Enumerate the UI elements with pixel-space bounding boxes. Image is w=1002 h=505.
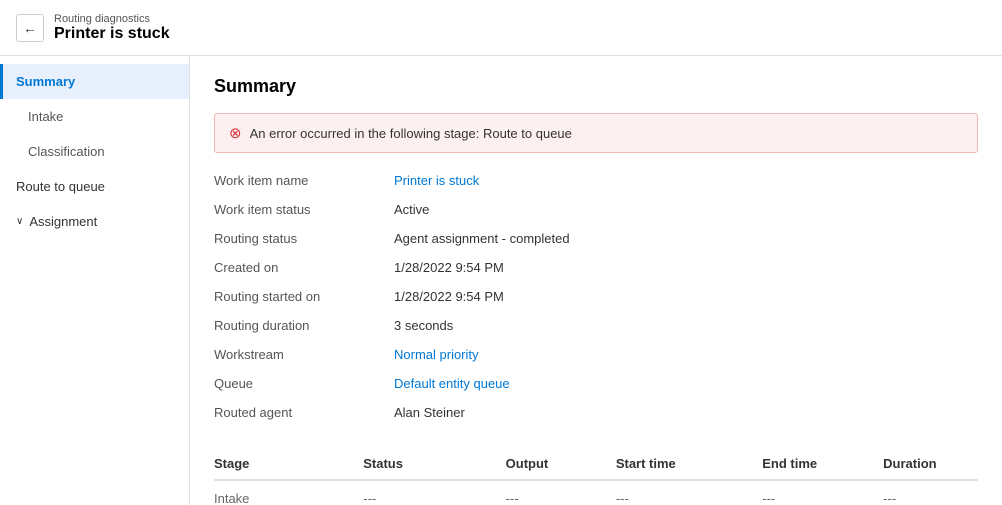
queue-link[interactable]: Default entity queue [394, 376, 510, 391]
cell-status-intake: --- [363, 480, 505, 505]
stage-table: Stage Status Output Start time End time … [214, 448, 978, 505]
label-workstream: Workstream [214, 343, 394, 366]
value-workstream: Normal priority [394, 343, 978, 366]
value-work-item-status: Active [394, 198, 978, 221]
th-output: Output [506, 448, 616, 480]
value-routed-agent: Alan Steiner [394, 401, 978, 424]
details-grid: Work item name Printer is stuck Work ite… [214, 169, 978, 424]
error-banner: ⊗ An error occurred in the following sta… [214, 113, 978, 153]
label-work-item-status: Work item status [214, 198, 394, 221]
sidebar-group-assignment[interactable]: ∨ Assignment [0, 204, 189, 239]
value-routing-duration: 3 seconds [394, 314, 978, 337]
error-circle-icon: ⊗ [229, 124, 242, 142]
label-routing-duration: Routing duration [214, 314, 394, 337]
sidebar-item-intake[interactable]: Intake [0, 99, 189, 134]
value-routing-started-on: 1/28/2022 9:54 PM [394, 285, 978, 308]
sidebar-item-classification[interactable]: Classification [0, 134, 189, 169]
th-status: Status [363, 448, 505, 480]
breadcrumb: Routing diagnostics [54, 13, 170, 25]
label-routed-agent: Routed agent [214, 401, 394, 424]
content-title: Summary [214, 76, 978, 97]
sidebar-item-summary[interactable]: Summary [0, 64, 189, 99]
workstream-link[interactable]: Normal priority [394, 347, 479, 362]
label-work-item-name: Work item name [214, 169, 394, 192]
value-routing-status: Agent assignment - completed [394, 227, 978, 250]
header-text: Routing diagnostics Printer is stuck [54, 13, 170, 43]
th-stage: Stage [214, 448, 363, 480]
sidebar-group-label: Assignment [29, 214, 97, 229]
cell-start-intake: --- [616, 480, 762, 505]
cell-stage-intake: Intake [214, 480, 363, 505]
value-work-item-name: Printer is stuck [394, 169, 978, 192]
cell-end-intake: --- [762, 480, 883, 505]
page-title: Printer is stuck [54, 25, 170, 43]
content-area: Summary ⊗ An error occurred in the follo… [190, 56, 1002, 505]
error-banner-text: An error occurred in the following stage… [250, 126, 572, 141]
sidebar: Summary Intake Classification Route to q… [0, 56, 190, 505]
table-row: Intake --- --- --- --- --- [214, 480, 978, 505]
value-queue: Default entity queue [394, 372, 978, 395]
main-layout: Summary Intake Classification Route to q… [0, 56, 1002, 505]
label-routing-status: Routing status [214, 227, 394, 250]
value-created-on: 1/28/2022 9:54 PM [394, 256, 978, 279]
label-queue: Queue [214, 372, 394, 395]
sidebar-item-route-to-queue[interactable]: Route to queue [0, 169, 189, 204]
header: ← Routing diagnostics Printer is stuck [0, 0, 1002, 56]
cell-duration-intake: --- [883, 480, 978, 505]
label-created-on: Created on [214, 256, 394, 279]
th-end-time: End time [762, 448, 883, 480]
work-item-name-link[interactable]: Printer is stuck [394, 173, 479, 188]
label-routing-started-on: Routing started on [214, 285, 394, 308]
th-start-time: Start time [616, 448, 762, 480]
back-button[interactable]: ← [16, 14, 44, 42]
chevron-down-icon: ∨ [16, 216, 23, 227]
th-duration: Duration [883, 448, 978, 480]
cell-output-intake: --- [506, 480, 616, 505]
